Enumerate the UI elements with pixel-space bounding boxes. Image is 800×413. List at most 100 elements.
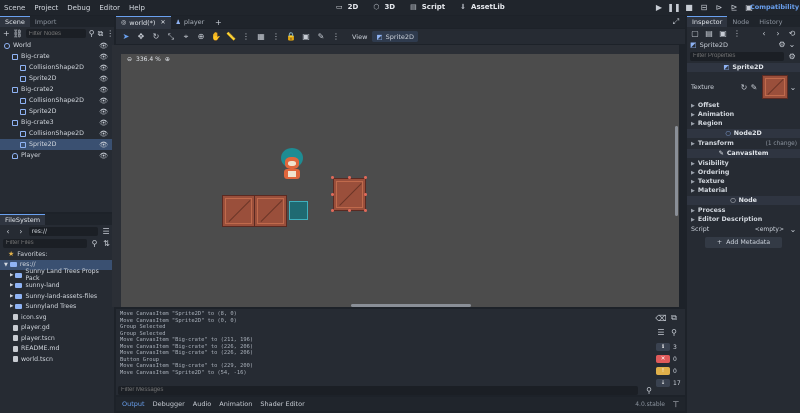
scene-tree-item[interactable]: CollisionShape2D 👁 xyxy=(0,95,114,106)
filter-nodes-input[interactable] xyxy=(25,29,86,38)
fs-item[interactable]: player.tscn xyxy=(0,333,114,344)
zoom-level[interactable]: 336.4 % xyxy=(136,56,161,63)
scene-tree-item[interactable]: Player 👁 xyxy=(0,150,114,161)
visibility-icon[interactable]: 👁 xyxy=(99,86,108,94)
fs-item[interactable]: README.md xyxy=(0,344,114,355)
workspace-assetlib[interactable]: ⇓ AssetLib xyxy=(455,3,505,11)
tab-output[interactable]: Output xyxy=(122,400,145,408)
script-value[interactable]: <empty> xyxy=(755,226,784,233)
tab-history[interactable]: History xyxy=(754,17,787,27)
tab-import[interactable]: Import xyxy=(30,17,62,27)
smart-snap-icon[interactable]: ⋮ xyxy=(241,32,251,42)
add-tab-icon[interactable]: + xyxy=(213,17,223,27)
texture-preview[interactable] xyxy=(762,75,788,99)
sort-icon[interactable]: ⇅ xyxy=(102,238,111,248)
menu-project[interactable]: Project xyxy=(34,4,58,12)
bone-icon[interactable]: ✎ xyxy=(316,32,326,42)
menu-scene[interactable]: Scene xyxy=(4,4,25,12)
new-resource-icon[interactable]: ▢ xyxy=(690,28,700,38)
workspace-script[interactable]: ▤ Script xyxy=(405,3,445,11)
visibility-icon[interactable]: 👁 xyxy=(99,130,108,138)
tab-animation[interactable]: Animation xyxy=(219,400,252,408)
remote-debug-icon[interactable]: ⊟ xyxy=(699,2,709,12)
search-icon[interactable]: ⚲ xyxy=(89,29,95,39)
menu-help[interactable]: Help xyxy=(129,4,145,12)
pause-icon[interactable]: ❚❚ xyxy=(667,2,680,12)
visibility-icon[interactable]: 👁 xyxy=(99,141,108,149)
sprite2d-menu[interactable]: ◩ Sprite2D xyxy=(372,31,419,42)
fs-item[interactable]: ▶ Sunnyland Trees xyxy=(0,302,114,313)
menu-debug[interactable]: Debug xyxy=(67,4,90,12)
transform-group[interactable]: ▶ Transform (1 change) xyxy=(687,139,800,148)
layout-icon[interactable]: ☰ xyxy=(101,226,111,236)
fs-item[interactable]: world.tscn xyxy=(0,354,114,365)
scene-tree-item[interactable]: Big-crate3 👁 xyxy=(0,117,114,128)
visibility-icon[interactable]: 👁 xyxy=(99,42,108,50)
material-group[interactable]: ▶ Material xyxy=(687,186,800,195)
group-icon[interactable]: ▣ xyxy=(301,32,311,42)
tab-player[interactable]: ♟ player xyxy=(171,16,210,28)
scene-tree-item[interactable]: CollisionShape2D 👁 xyxy=(0,128,114,139)
lock-icon[interactable]: 🔒 xyxy=(286,32,296,42)
workspace-2d[interactable]: ▭ 2D xyxy=(331,3,358,11)
more-icon[interactable]: ⋮ xyxy=(331,32,341,42)
add-node-icon[interactable]: + xyxy=(3,29,10,39)
filter-properties-input[interactable] xyxy=(690,51,785,61)
fs-item[interactable]: ▶ Sunny Land Trees Props Pack xyxy=(0,268,114,282)
resize-handle[interactable] xyxy=(331,193,334,196)
reload-icon[interactable]: ↻ xyxy=(739,82,749,92)
chevron-down-icon[interactable]: ⌄ xyxy=(788,225,798,235)
filter-messages-input[interactable] xyxy=(118,385,638,395)
snap-options-icon[interactable]: ⋮ xyxy=(271,32,281,42)
collision-shape[interactable] xyxy=(289,201,308,220)
history-icon[interactable]: ⟲ xyxy=(787,28,797,38)
scene-tree-item[interactable]: CollisionShape2D 👁 xyxy=(0,62,114,73)
resize-handle[interactable] xyxy=(348,176,351,179)
add-metadata-button[interactable]: + Add Metadata xyxy=(705,237,782,248)
fs-path-field[interactable]: res:// xyxy=(28,226,99,236)
copy-icon[interactable]: ⧉ xyxy=(669,313,679,323)
region-group[interactable]: ▶ Region xyxy=(687,119,800,128)
load-resource-icon[interactable]: ▤ xyxy=(704,28,714,38)
visibility-icon[interactable]: 👁 xyxy=(99,152,108,160)
resize-handle[interactable] xyxy=(364,193,367,196)
resize-handle[interactable] xyxy=(364,176,367,179)
search-icon[interactable]: ⚲ xyxy=(90,238,99,248)
offset-group[interactable]: ▶ Offset xyxy=(687,101,800,110)
selectable-icon[interactable]: ⌖ xyxy=(181,32,191,42)
tab-audio[interactable]: Audio xyxy=(193,400,211,408)
settings-icon[interactable]: ⚙ xyxy=(787,51,797,61)
rotate-tool-icon[interactable]: ↻ xyxy=(151,32,161,42)
fs-item[interactable]: icon.svg xyxy=(0,312,114,323)
ruler-tool-icon[interactable]: 📏 xyxy=(226,32,236,42)
horizontal-scrollbar[interactable] xyxy=(351,304,471,307)
collapse-icon[interactable]: ☰ xyxy=(656,327,666,337)
tab-shader-editor[interactable]: Shader Editor xyxy=(260,400,304,408)
animation-group[interactable]: ▶ Animation xyxy=(687,110,800,119)
process-group[interactable]: ▶ Process xyxy=(687,206,800,215)
2d-viewport[interactable]: ⊖ 336.4 % ⊕ xyxy=(121,54,679,307)
object-menu-icon[interactable]: ⚙ xyxy=(777,40,787,50)
play-scene-icon[interactable]: ⊳ xyxy=(714,2,724,12)
tab-filesystem[interactable]: FileSystem xyxy=(0,214,46,225)
pivot-icon[interactable]: ⊕ xyxy=(196,32,206,42)
big-crate2-sprite[interactable] xyxy=(254,195,287,227)
select-tool-icon[interactable]: ➤ xyxy=(121,32,131,42)
scene-tree-item[interactable]: Sprite2D 👁 xyxy=(0,139,114,150)
visibility-icon[interactable]: 👁 xyxy=(99,108,108,116)
link-icon[interactable]: ⛓ xyxy=(13,29,23,39)
vertical-scrollbar[interactable] xyxy=(675,126,678,216)
message-filter-icon[interactable]: ↓ xyxy=(656,379,670,387)
extra-icon[interactable]: ⋮ xyxy=(732,28,742,38)
scene-tree-item[interactable]: Sprite2D 👁 xyxy=(0,106,114,117)
visibility-icon[interactable]: 👁 xyxy=(99,119,108,127)
visibility-icon[interactable]: 👁 xyxy=(99,97,108,105)
scale-tool-icon[interactable]: ⤡ xyxy=(166,32,176,42)
scene-tree-item[interactable]: Sprite2D 👁 xyxy=(0,73,114,84)
forward-icon[interactable]: › xyxy=(16,226,26,236)
clear-log-icon[interactable]: ⌫ xyxy=(655,313,666,323)
tab-world[interactable]: ◎ world(*) ✕ xyxy=(116,15,171,29)
player-sprite[interactable] xyxy=(278,148,306,182)
view-menu[interactable]: View xyxy=(352,33,367,41)
back-icon[interactable]: ‹ xyxy=(759,28,769,38)
